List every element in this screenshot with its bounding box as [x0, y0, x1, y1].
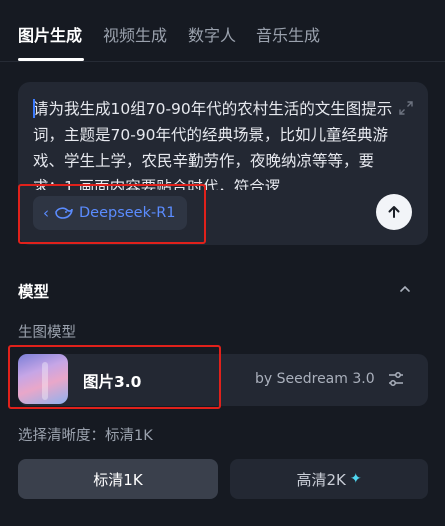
active-tab-indicator	[18, 58, 84, 61]
tab-music-gen[interactable]: 音乐生成	[256, 22, 320, 46]
section-title-model: 模型	[18, 283, 50, 301]
resolution-option-1k[interactable]: 标清1K	[18, 459, 218, 499]
arrow-up-icon	[388, 206, 400, 218]
text-caret	[33, 99, 35, 118]
sparkle-icon: ✦	[349, 471, 362, 487]
image-model-label: 生图模型	[18, 325, 76, 341]
annotation-box-model-chip	[18, 184, 206, 244]
chevron-up-icon[interactable]	[398, 282, 412, 296]
tab-image-gen[interactable]: 图片生成	[18, 22, 82, 46]
resolution-option-2k[interactable]: 高清2K ✦	[230, 459, 428, 499]
send-button[interactable]	[376, 194, 412, 230]
tab-digital-human[interactable]: 数字人	[188, 22, 236, 46]
annotation-box-model-card	[8, 345, 221, 409]
sliders-icon[interactable]	[387, 370, 405, 388]
model-provider: by Seedream 3.0	[255, 371, 375, 387]
tab-bar: 图片生成 视频生成 数字人 音乐生成	[0, 0, 445, 62]
resolution-label: 选择清晰度：标清1K	[18, 428, 153, 444]
prompt-input[interactable]: 请为我生成10组70-90年代的农村生活的文生图提示词，主题是70-90年代的经…	[33, 96, 393, 190]
generation-panel: 图片生成 视频生成 数字人 音乐生成 请为我生成10组70-90年代的农村生活的…	[0, 0, 445, 526]
resolution-option-1k-label: 标清1K	[93, 470, 143, 489]
resolution-option-2k-label: 高清2K	[296, 470, 346, 489]
tab-video-gen[interactable]: 视频生成	[103, 22, 167, 46]
expand-icon[interactable]	[398, 100, 414, 116]
